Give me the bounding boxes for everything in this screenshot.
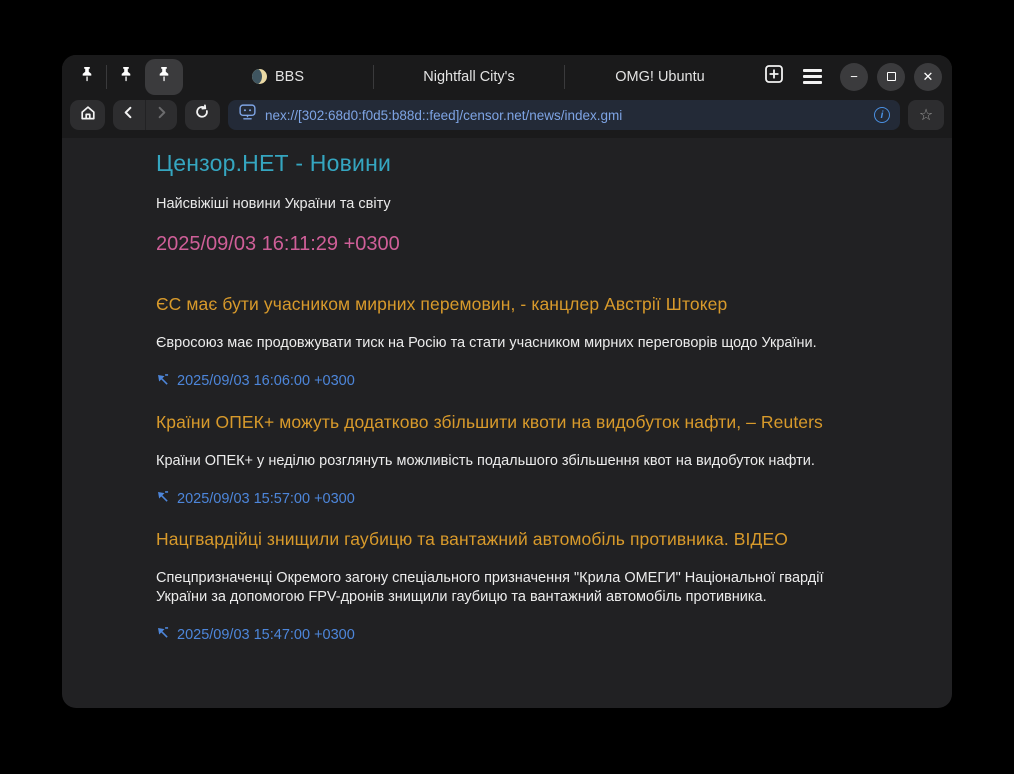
pinned-tab-1[interactable]	[68, 59, 106, 95]
link-arrow-icon	[156, 373, 169, 390]
page-info-icon[interactable]: i	[874, 107, 890, 123]
news-article: ЄС має бути учасником мирних перемовин, …	[156, 294, 912, 390]
minimize-icon: −	[850, 70, 858, 83]
crescent-moon-icon	[252, 69, 267, 84]
article-timestamp-link[interactable]: 2025/09/03 15:57:00 +0300	[156, 490, 912, 507]
article-timestamp: 2025/09/03 15:57:00 +0300	[177, 491, 355, 507]
tab-nightfall-citys[interactable]: Nightfall City's	[374, 55, 564, 98]
tab-label: BBS	[275, 69, 304, 85]
tab-bar: BBS Nightfall City's OMG! Ubuntu −	[62, 55, 952, 98]
article-heading: Країни ОПЕК+ можуть додатково збільшити …	[156, 412, 912, 433]
forward-button[interactable]	[145, 100, 177, 130]
navigation-bar: nex://[302:68d0:f0d5:b88d::feed]/censor.…	[62, 98, 952, 138]
tab-bbs[interactable]: BBS	[183, 55, 373, 98]
article-summary: Країни ОПЕК+ у неділю розглянуть можливі…	[156, 452, 846, 471]
pushpin-icon	[80, 66, 94, 88]
link-arrow-icon	[156, 490, 169, 507]
article-heading: Нацгвардійці знищили гаубицю та вантажни…	[156, 529, 912, 550]
article-timestamp-link[interactable]: 2025/09/03 15:47:00 +0300	[156, 626, 912, 643]
plus-square-icon	[764, 64, 784, 89]
url-bar[interactable]: nex://[302:68d0:f0d5:b88d::feed]/censor.…	[228, 100, 900, 130]
reload-button[interactable]	[185, 100, 220, 130]
bookmark-button[interactable]: ☆	[908, 100, 944, 130]
close-icon: ✕	[923, 70, 934, 83]
feed-updated-timestamp: 2025/09/03 16:11:29 +0300	[156, 233, 912, 256]
tab-omg-ubuntu[interactable]: OMG! Ubuntu	[565, 55, 755, 98]
forward-arrow-icon	[154, 105, 169, 125]
article-heading: ЄС має бути учасником мирних перемовин, …	[156, 294, 912, 315]
back-forward-group	[113, 100, 177, 130]
home-icon	[79, 104, 97, 127]
tab-label: OMG! Ubuntu	[615, 69, 704, 85]
news-article: Країни ОПЕК+ можуть додатково збільшити …	[156, 412, 912, 508]
close-button[interactable]: ✕	[914, 63, 942, 91]
page-title: Цензор.НЕТ - Новини	[156, 150, 912, 177]
minimize-button[interactable]: −	[840, 63, 868, 91]
page-content: Цензор.НЕТ - Новини Найсвіжіші новини Ук…	[62, 138, 952, 685]
back-button[interactable]	[113, 100, 145, 130]
back-arrow-icon	[121, 105, 136, 125]
browser-window: BBS Nightfall City's OMG! Ubuntu −	[62, 55, 952, 708]
article-timestamp: 2025/09/03 16:06:00 +0300	[177, 373, 355, 389]
pushpin-icon	[119, 66, 133, 88]
hamburger-icon	[803, 69, 822, 84]
home-button[interactable]	[70, 100, 105, 130]
article-summary: Спецпризначенці Окремого загону спеціаль…	[156, 569, 846, 606]
menu-button[interactable]	[793, 59, 831, 95]
pinned-tab-3-active[interactable]	[145, 59, 183, 95]
page-subtitle: Найсвіжіші новини України та світу	[156, 196, 912, 212]
url-text[interactable]: nex://[302:68d0:f0d5:b88d::feed]/censor.…	[265, 108, 866, 123]
article-summary: Євросоюз має продовжувати тиск на Росію …	[156, 334, 846, 353]
new-tab-button[interactable]	[755, 59, 793, 95]
tab-label: Nightfall City's	[423, 69, 514, 85]
pinned-tab-2[interactable]	[107, 59, 145, 95]
reload-icon	[194, 104, 211, 126]
link-arrow-icon	[156, 626, 169, 643]
terminal-monitor-icon	[238, 104, 257, 126]
maximize-button[interactable]	[877, 63, 905, 91]
news-article: Нацгвардійці знищили гаубицю та вантажни…	[156, 529, 912, 643]
star-icon: ☆	[919, 105, 933, 125]
pushpin-icon	[157, 66, 171, 88]
article-timestamp: 2025/09/03 15:47:00 +0300	[177, 627, 355, 643]
article-timestamp-link[interactable]: 2025/09/03 16:06:00 +0300	[156, 373, 912, 390]
maximize-icon	[887, 72, 896, 81]
